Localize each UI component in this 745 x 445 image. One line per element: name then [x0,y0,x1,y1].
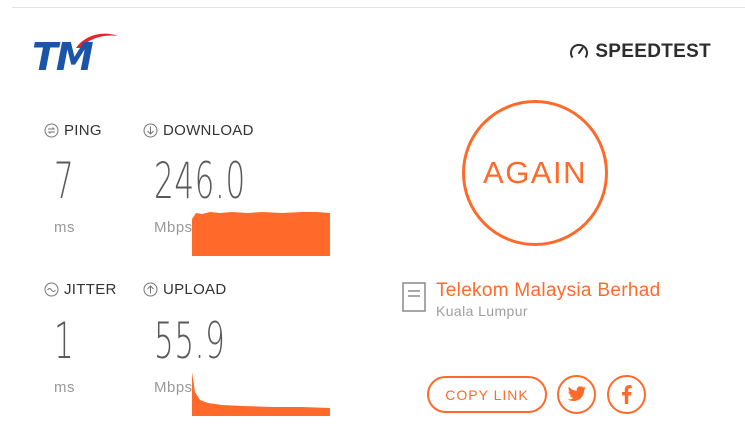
twitter-icon [567,386,586,401]
speedtest-label: SPEEDTEST [595,41,711,62]
logo-text: TM [32,35,94,79]
facebook-share-button[interactable] [607,375,646,414]
copy-link-button[interactable]: COPY LINK [427,376,547,413]
jitter-label: JITTER [64,281,117,298]
facebook-icon [622,385,632,404]
download-label-row: DOWNLOAD [143,122,254,139]
provider-location: Kuala Lumpur [436,303,528,319]
upload-graph [192,372,330,416]
download-label: DOWNLOAD [163,122,254,139]
tm-logo: TM [30,30,120,76]
ping-label: PING [64,122,102,139]
top-divider [12,7,745,8]
ping-unit: ms [54,219,75,236]
upload-label: UPLOAD [163,281,227,298]
ping-label-row: PING [44,122,102,139]
ping-value: 7 [54,152,75,210]
jitter-icon [44,282,59,297]
upload-value: 55.9 [154,312,226,370]
jitter-value: 1 [54,312,75,370]
jitter-unit: ms [54,379,75,396]
jitter-label-row: JITTER [44,281,117,298]
twitter-share-button[interactable] [557,375,596,414]
gauge-icon [570,43,589,59]
provider-name[interactable]: Telekom Malaysia Berhad [436,280,660,302]
upload-label-row: UPLOAD [143,281,227,298]
download-unit: Mbps [154,219,193,236]
server-icon [402,282,426,312]
download-graph [192,212,330,256]
download-value: 246.0 [154,152,246,210]
download-icon [143,123,158,138]
again-button[interactable]: AGAIN [462,100,608,246]
upload-unit: Mbps [154,379,193,396]
upload-icon [143,282,158,297]
ping-icon [44,123,59,138]
speedtest-brand: SPEEDTEST [569,41,711,63]
